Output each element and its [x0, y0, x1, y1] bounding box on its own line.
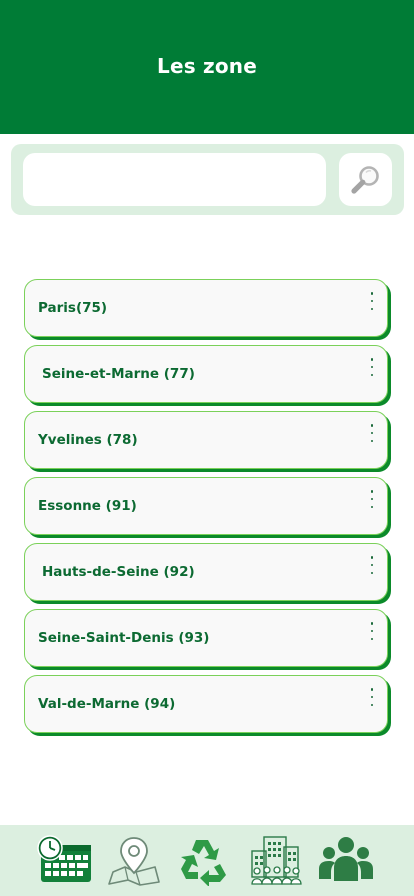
search-icon [350, 165, 379, 194]
buildings-icon [251, 836, 302, 885]
page-title: Les zone [157, 54, 257, 78]
zone-label: Hauts-de-Seine (92) [42, 564, 195, 580]
zone-label: Essonne (91) [38, 498, 137, 514]
more-options-icon[interactable] [369, 688, 375, 706]
zone-item[interactable]: Seine-et-Marne (77) [24, 345, 388, 403]
zone-label: Paris(75) [38, 300, 108, 316]
zone-item[interactable]: Hauts-de-Seine (92) [24, 543, 388, 601]
search-button[interactable] [339, 153, 392, 206]
more-options-icon[interactable] [369, 490, 375, 508]
zone-item[interactable]: Yvelines (78) [24, 411, 388, 469]
zone-item[interactable]: Seine-Saint-Denis (93) [24, 609, 388, 667]
more-options-icon[interactable] [369, 622, 375, 640]
zone-item[interactable]: Paris(75) [24, 279, 388, 337]
zone-list: Paris(75) Seine-et-Marne (77) Yvelines (… [24, 279, 388, 741]
recycle-icon [181, 840, 226, 887]
more-options-icon[interactable] [369, 556, 375, 574]
calendar-clock-icon [37, 835, 91, 882]
map-pin-icon [108, 837, 160, 886]
bottom-nav [0, 825, 414, 896]
more-options-icon[interactable] [369, 292, 375, 310]
search-bar [11, 144, 404, 215]
search-input[interactable] [23, 153, 326, 206]
zone-label: Seine-Saint-Denis (93) [38, 630, 210, 646]
nav-map-button[interactable] [106, 834, 162, 886]
nav-recycle-button[interactable] [176, 834, 232, 887]
nav-users-button[interactable] [318, 834, 374, 886]
zone-item[interactable]: Val-de-Marne (94) [24, 675, 388, 733]
nav-calendar-button[interactable] [36, 834, 92, 886]
users-group-icon [319, 837, 373, 881]
nav-buildings-button[interactable] [248, 834, 304, 886]
zone-item[interactable]: Essonne (91) [24, 477, 388, 535]
more-options-icon[interactable] [369, 424, 375, 442]
app-header: Les zone [0, 0, 414, 134]
more-options-icon[interactable] [369, 358, 375, 376]
zone-label: Yvelines (78) [38, 432, 138, 448]
zone-label: Val-de-Marne (94) [38, 696, 176, 712]
zone-label: Seine-et-Marne (77) [42, 366, 195, 382]
